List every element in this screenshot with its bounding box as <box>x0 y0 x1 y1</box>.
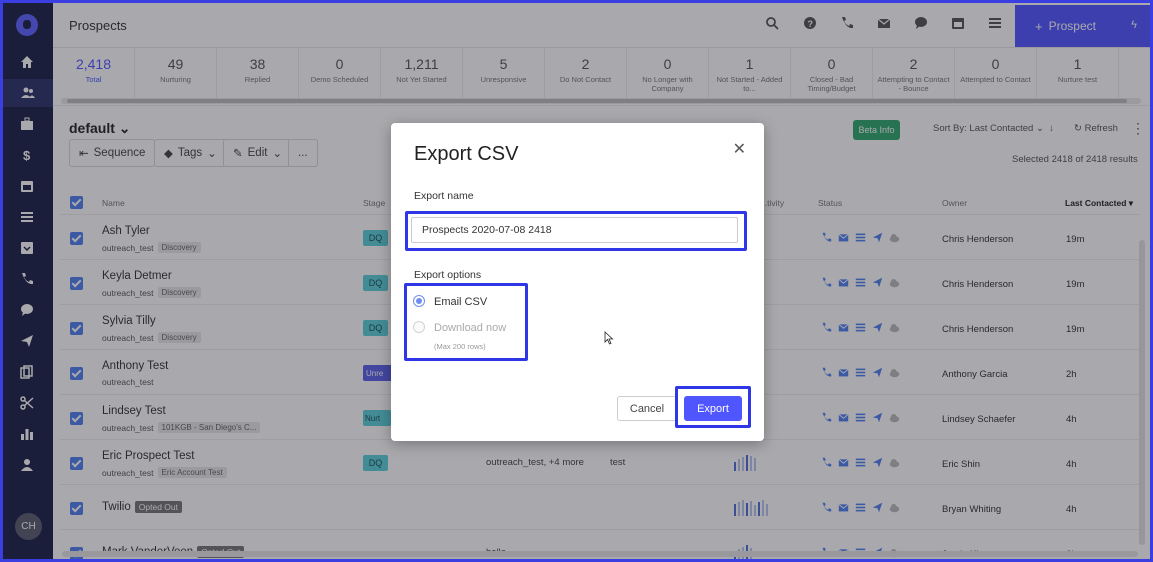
export-name-input[interactable] <box>411 217 738 243</box>
export-name-label: Export name <box>414 190 474 202</box>
dialog-title: Export CSV <box>414 143 519 165</box>
download-now-label[interactable]: Download now <box>434 322 506 334</box>
export-options-label: Export options <box>414 269 482 281</box>
mouse-cursor-icon <box>604 331 614 348</box>
download-limit-note: (Max 200 rows) <box>434 342 486 351</box>
download-now-radio[interactable] <box>413 321 425 333</box>
cancel-button[interactable]: Cancel <box>617 396 677 421</box>
export-csv-dialog: Export CSV ✕ Export name Export options … <box>391 123 764 441</box>
close-icon[interactable]: ✕ <box>733 139 746 159</box>
email-csv-label[interactable]: Email CSV <box>434 296 487 308</box>
export-button[interactable]: Export <box>684 396 742 421</box>
email-csv-radio[interactable] <box>413 295 425 307</box>
